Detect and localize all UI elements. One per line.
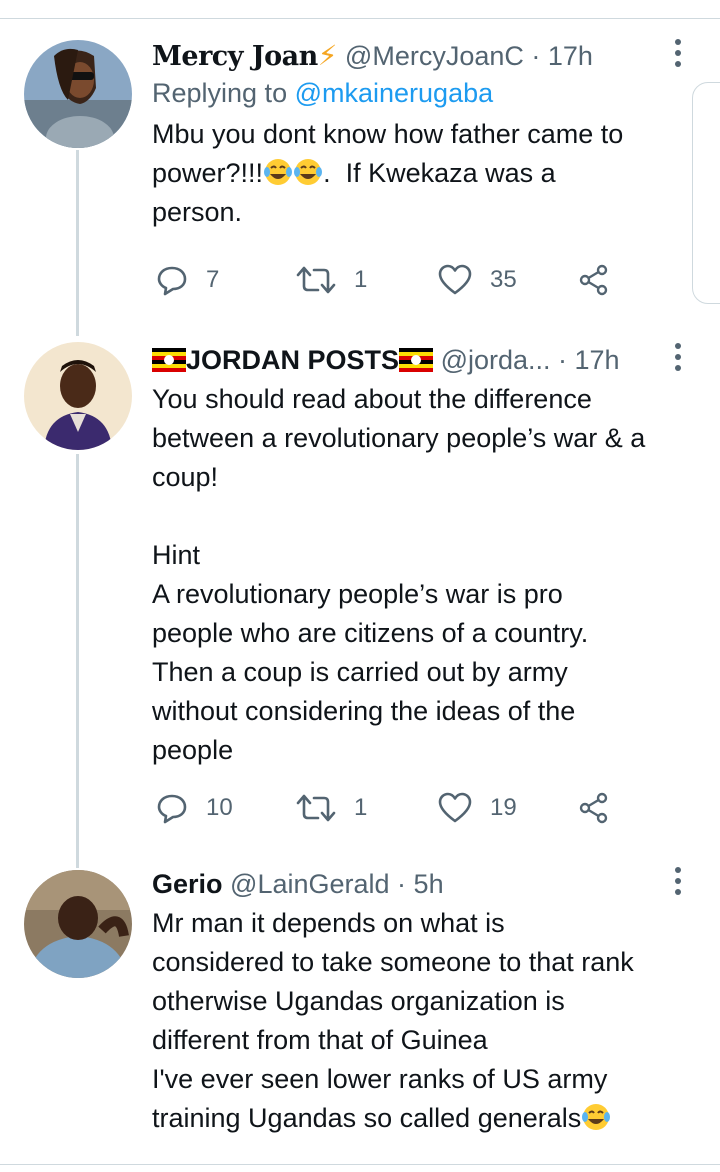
retweet-count: 1 bbox=[354, 266, 368, 293]
thread-connector bbox=[76, 454, 79, 868]
reply-icon bbox=[157, 794, 187, 824]
share-button[interactable] bbox=[578, 260, 610, 300]
more-options-icon[interactable] bbox=[668, 38, 688, 74]
retweet-icon bbox=[296, 266, 336, 294]
tweet-text: Mbu you dont know how father came to pow… bbox=[152, 119, 624, 227]
tweet-text: You should read about the difference bet… bbox=[152, 384, 646, 765]
like-count: 35 bbox=[490, 266, 517, 293]
timestamp[interactable]: 5h bbox=[414, 869, 444, 899]
tweet-header: Mercy Joan⚡ @MercyJoanC · 17h bbox=[152, 38, 697, 75]
share-button[interactable] bbox=[578, 788, 610, 828]
separator: · bbox=[523, 41, 548, 71]
tears-of-joy-icon bbox=[263, 157, 293, 187]
heart-icon bbox=[438, 264, 472, 295]
retweet-button[interactable]: 1 bbox=[296, 260, 367, 300]
reply-button[interactable]: 10 bbox=[156, 788, 233, 828]
like-button[interactable]: 35 bbox=[438, 260, 517, 300]
handle[interactable]: @MercyJoanC bbox=[345, 41, 524, 71]
display-name[interactable]: Gerio bbox=[152, 869, 223, 899]
reply-button[interactable]: 7 bbox=[156, 260, 219, 300]
heart-icon bbox=[438, 792, 472, 823]
share-icon bbox=[579, 792, 608, 824]
timestamp[interactable]: 17h bbox=[548, 41, 593, 71]
retweet-icon bbox=[296, 794, 336, 822]
timestamp[interactable]: 17h bbox=[575, 345, 620, 375]
avatar[interactable] bbox=[24, 870, 132, 978]
mention-link[interactable]: @mkainerugaba bbox=[295, 78, 494, 108]
share-icon bbox=[579, 264, 608, 296]
tweet-header: JORDAN POSTS @jorda... · 17h bbox=[152, 342, 697, 378]
replying-to: Replying to @mkainerugaba bbox=[152, 78, 494, 108]
more-options-icon[interactable] bbox=[668, 866, 688, 902]
top-divider bbox=[0, 18, 720, 19]
separator: · bbox=[550, 345, 575, 375]
reply-count: 10 bbox=[206, 794, 233, 821]
avatar[interactable] bbox=[24, 342, 132, 450]
reply-icon bbox=[157, 266, 187, 296]
like-count: 19 bbox=[490, 794, 517, 821]
like-button[interactable]: 19 bbox=[438, 788, 517, 828]
display-name[interactable]: Mercy Joan bbox=[152, 41, 318, 72]
tears-of-joy-icon bbox=[293, 157, 323, 187]
display-name[interactable]: JORDAN POSTS bbox=[186, 345, 399, 375]
retweet-button[interactable]: 1 bbox=[296, 788, 367, 828]
avatar[interactable] bbox=[24, 40, 132, 148]
thread-connector bbox=[76, 150, 79, 336]
handle[interactable]: @LainGerald bbox=[230, 869, 390, 899]
tears-of-joy-icon bbox=[581, 1102, 611, 1132]
tweet-actions: 7 1 35 bbox=[152, 260, 632, 300]
handle[interactable]: @jorda... bbox=[441, 345, 551, 375]
uganda-flag-icon bbox=[399, 345, 434, 372]
retweet-count: 1 bbox=[354, 794, 368, 821]
lightning-bolt-icon: ⚡ bbox=[317, 40, 338, 71]
reply-count: 7 bbox=[206, 266, 220, 293]
tweet-text: Mr man it depends on what is considered … bbox=[152, 908, 634, 1133]
uganda-flag-icon bbox=[152, 345, 186, 372]
tweet-header: Gerio @LainGerald · 5h bbox=[152, 866, 697, 902]
separator: · bbox=[389, 869, 414, 899]
bottom-divider bbox=[0, 1164, 720, 1165]
more-options-icon[interactable] bbox=[668, 342, 688, 378]
tweet-actions: 10 1 19 bbox=[152, 788, 632, 828]
